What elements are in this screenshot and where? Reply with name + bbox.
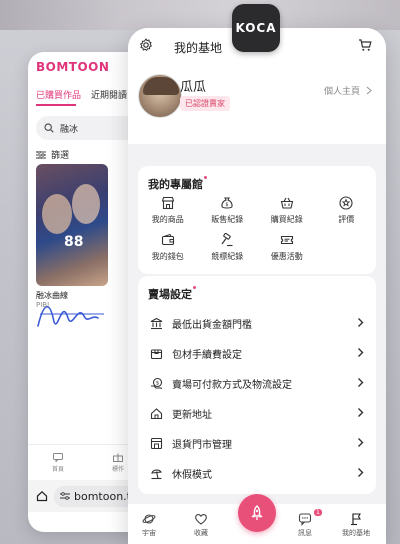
item-sales-record[interactable]: $ 販售紀錄: [198, 196, 258, 225]
verified-seller-badge: 已認證賣家: [180, 96, 230, 111]
gift-icon: [112, 453, 123, 462]
chevron-right-icon: [358, 348, 364, 357]
exclusive-grid: 我的商品 $ 販售紀錄 購買紀錄 評價 我的錢包 競標紀錄 優惠活動: [138, 196, 376, 262]
wallet-icon: [161, 233, 174, 246]
book-cover[interactable]: 88: [36, 164, 108, 286]
item-my-wallet[interactable]: 我的錢包: [138, 233, 198, 262]
page-title: 我的基地: [174, 41, 223, 55]
item-my-products[interactable]: 我的商品: [138, 196, 198, 225]
cart-icon[interactable]: [358, 38, 372, 52]
chevron-right-icon: [358, 468, 364, 477]
chevron-right-icon: [358, 318, 364, 327]
ticket-icon: [280, 235, 293, 245]
profile-section[interactable]: 瓜瓜 已認證賣家 個人主頁: [128, 64, 386, 144]
chevron-right-icon: [358, 408, 364, 417]
heart-icon: [195, 513, 207, 525]
book-author: PIBI: [36, 301, 50, 309]
background-blur: [0, 0, 400, 30]
tab-recent[interactable]: 近期閱讀: [91, 88, 127, 101]
item-promotions[interactable]: 優惠活動: [257, 233, 317, 262]
settings-section: 賣場設定 最低出貨金額門檻 包材手續費設定 $ 賣場可付款方式及物流設定 更新地…: [138, 276, 376, 494]
profile-home-label: 個人主頁: [323, 87, 360, 97]
nav-my-base-label: 我的基地: [342, 529, 370, 537]
bomtoon-tabs: 已購買作品 近期閱讀: [36, 88, 127, 101]
nav-messages-label: 訊息: [298, 529, 312, 537]
cover-figure-left: [42, 194, 72, 234]
messages-badge: 1: [314, 509, 322, 516]
svg-text:$: $: [155, 380, 159, 386]
active-tab-indicator: [36, 104, 76, 106]
item-purchase-record[interactable]: 購買紀錄: [257, 196, 317, 225]
chat-icon: [298, 513, 312, 526]
nav-favorites-label: 收藏: [194, 529, 208, 537]
nav-universe[interactable]: 宇宙: [142, 512, 156, 538]
setting-packaging-fee[interactable]: 包材手續費設定: [138, 338, 376, 368]
profile-name: 瓜瓜: [180, 80, 207, 95]
nav-home-label: 首頁: [51, 465, 64, 473]
cover-number: 88: [64, 234, 84, 250]
nav-works-label: 標作: [111, 465, 124, 473]
shop-return-icon: [150, 437, 162, 449]
home-icon: [150, 407, 162, 419]
tab-purchased[interactable]: 已購買作品: [36, 88, 81, 101]
site-settings-icon: [60, 492, 70, 500]
koca-app-icon[interactable]: KOCA: [232, 4, 280, 52]
avatar[interactable]: [138, 74, 182, 118]
settings-title: 賣場設定: [148, 286, 196, 302]
setting-min-shipping[interactable]: 最低出貨金額門檻: [138, 308, 376, 338]
sell-fab-button[interactable]: [238, 494, 276, 532]
item-bidding-record[interactable]: 競標紀錄: [198, 233, 258, 262]
package-icon: [150, 348, 162, 359]
basket-icon: [280, 197, 293, 209]
filter-icon: [36, 150, 46, 159]
nav-works[interactable]: 標作: [112, 453, 124, 473]
koca-logo-text: KOCA: [235, 21, 277, 35]
koca-app-card[interactable]: 我的基地 瓜瓜 已認證賣家 個人主頁 我的專屬館 我的商品 $ 販售紀錄 購買紀…: [128, 28, 386, 544]
chevron-right-icon: [358, 378, 364, 387]
bank-icon: [150, 317, 162, 329]
star-badge-icon: [339, 196, 353, 210]
nav-messages[interactable]: 訊息: [298, 512, 312, 538]
filter-label: 篩選: [51, 151, 70, 161]
nav-home[interactable]: 首頁: [51, 452, 64, 473]
cover-figure-right: [72, 184, 100, 224]
chevron-right-icon: [366, 86, 372, 95]
chat-icon: [52, 452, 63, 462]
filter-button[interactable]: 篩選: [36, 148, 69, 161]
rocket-icon: [251, 505, 263, 520]
bomtoon-logo: BOMTOON: [36, 60, 110, 74]
svg-text:$: $: [226, 202, 229, 208]
setting-payment-logistics[interactable]: $ 賣場可付款方式及物流設定: [138, 368, 376, 398]
nav-my-base[interactable]: 我的基地: [342, 512, 370, 538]
home-icon: [36, 490, 48, 502]
search-icon: [44, 123, 54, 133]
exclusive-section: 我的專屬館 我的商品 $ 販售紀錄 購買紀錄 評價 我的錢包 競標紀錄 優惠活動: [138, 166, 376, 274]
exclusive-title: 我的專屬館: [148, 176, 207, 192]
nav-favorites[interactable]: 收藏: [194, 512, 208, 538]
profile-home-link[interactable]: 個人主頁: [324, 84, 372, 97]
payment-icon: $: [150, 377, 162, 389]
search-value: 融冰: [60, 124, 79, 135]
gear-icon[interactable]: [139, 38, 153, 52]
nav-universe-label: 宇宙: [142, 529, 156, 537]
store-icon: [161, 196, 174, 210]
money-bag-icon: $: [221, 197, 233, 209]
gavel-icon: [221, 233, 233, 247]
setting-return-store[interactable]: 退貨門市管理: [138, 428, 376, 458]
chevron-right-icon: [358, 438, 364, 447]
flag-person-icon: [351, 513, 361, 526]
beach-icon: [150, 469, 162, 479]
item-reviews[interactable]: 評價: [317, 196, 377, 225]
setting-update-address[interactable]: 更新地址: [138, 398, 376, 428]
planet-icon: [142, 514, 156, 524]
setting-vacation-mode[interactable]: 休假模式: [138, 458, 376, 488]
